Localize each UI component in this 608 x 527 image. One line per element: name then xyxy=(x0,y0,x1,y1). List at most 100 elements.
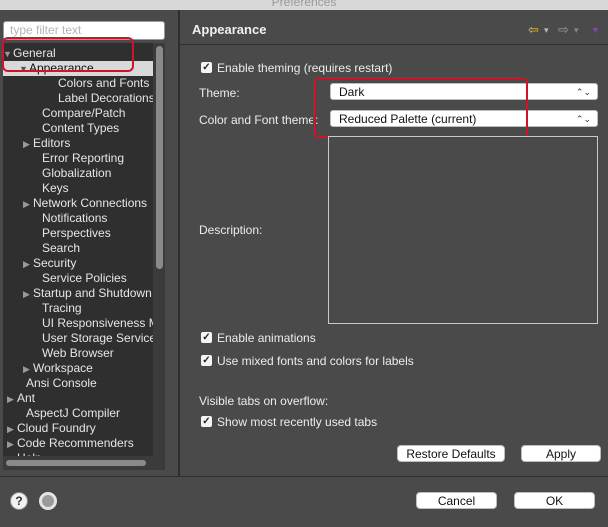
tree-item-label: Tracing xyxy=(42,301,82,315)
tree-item[interactable]: ▶ Startup and Shutdown xyxy=(3,286,152,301)
description-box xyxy=(328,136,598,324)
tree-item-content: ▶ Security xyxy=(3,256,76,270)
tree-item[interactable]: ▶ Cloud Foundry xyxy=(3,421,96,436)
tree-item[interactable]: Error Reporting xyxy=(3,151,124,166)
tree-item[interactable]: Colors and Fonts xyxy=(3,76,149,91)
tree-item-label: Workspace xyxy=(33,361,93,375)
tree-item[interactable]: UI Responsiveness Mo xyxy=(3,316,153,331)
tree-item-content: ▶ Network Connections xyxy=(3,196,147,210)
forward-arrow-icon[interactable]: ⇨ xyxy=(558,22,569,38)
tree-item-label: Error Reporting xyxy=(42,151,125,165)
theme-label: Theme: xyxy=(199,86,240,100)
tree-item-label: Network Connections xyxy=(33,196,148,210)
tree-item-label: Search xyxy=(42,241,81,255)
annotation-highlight xyxy=(313,77,528,138)
enable-theming-checkbox[interactable]: ✓ xyxy=(201,62,212,73)
enable-animations-label: Enable animations xyxy=(217,331,316,345)
tree-item-label: Keys xyxy=(42,181,69,195)
tree-item[interactable]: Tracing xyxy=(3,301,82,316)
tree-item[interactable]: User Storage Service xyxy=(3,331,153,346)
tree-item[interactable]: AspectJ Compiler xyxy=(3,406,120,421)
record-icon[interactable] xyxy=(39,492,57,510)
tree-item-label: UI Responsiveness Mo xyxy=(42,316,153,330)
view-menu-icon[interactable]: ▼ xyxy=(591,25,600,35)
collapsed-arrow-icon[interactable]: ▶ xyxy=(7,392,15,407)
tree-horizontal-scrollbar[interactable] xyxy=(3,456,165,470)
tree-item-label: Service Policies xyxy=(42,271,127,285)
tree-item[interactable]: Service Policies xyxy=(3,271,127,286)
tree-item-content: Keys xyxy=(3,181,69,195)
tree-item[interactable]: Web Browser xyxy=(3,346,114,361)
preference-tree[interactable]: ▼General ▼Appearance Colors and Fonts Label… xyxy=(3,43,153,456)
tree-item-content: User Storage Service xyxy=(3,331,153,345)
scrollbar-thumb[interactable] xyxy=(156,46,163,269)
tree-item-content: Label Decorations xyxy=(3,91,153,105)
tree-item-content: AspectJ Compiler xyxy=(3,406,120,420)
collapsed-arrow-icon[interactable]: ▶ xyxy=(7,437,15,452)
back-arrow-icon[interactable]: ⇦ xyxy=(528,22,539,38)
collapsed-arrow-icon[interactable]: ▶ xyxy=(23,362,31,377)
tree-item[interactable]: Compare/Patch xyxy=(3,106,125,121)
tree-item-content: Compare/Patch xyxy=(3,106,125,120)
tree-item-label: Ant xyxy=(17,391,36,405)
cancel-button[interactable]: Cancel xyxy=(416,492,497,509)
tree-item[interactable]: ▶ Workspace xyxy=(3,361,93,376)
annotation-highlight xyxy=(2,37,134,72)
tree-vertical-scrollbar[interactable] xyxy=(153,43,165,456)
tree-item-label: Compare/Patch xyxy=(42,106,126,120)
visible-tabs-label: Visible tabs on overflow: xyxy=(199,394,329,408)
tree-item-label: AspectJ Compiler xyxy=(26,406,121,420)
tree-item-label: Perspectives xyxy=(42,226,111,240)
tree-item-label: Notifications xyxy=(42,211,108,225)
tree-item-content: ▶ Editors xyxy=(3,136,70,150)
tree-item[interactable]: ▶ Editors xyxy=(3,136,70,151)
tree-item-content: Colors and Fonts xyxy=(3,76,149,90)
collapsed-arrow-icon[interactable]: ▶ xyxy=(23,287,31,302)
tree-item[interactable]: Keys xyxy=(3,181,69,196)
tree-item[interactable]: ▶ Network Connections xyxy=(3,196,147,211)
tree-item-content: ▶ Code Recommenders xyxy=(3,436,134,450)
tree-item-label: Label Decorations xyxy=(58,91,153,105)
mixed-fonts-checkbox[interactable]: ✓ xyxy=(201,355,212,366)
tree-item[interactable]: Perspectives xyxy=(3,226,111,241)
tree-item[interactable]: Notifications xyxy=(3,211,107,226)
page-title: Appearance xyxy=(192,22,267,37)
tree-item[interactable]: Label Decorations xyxy=(3,91,153,106)
tree-item[interactable]: Content Types xyxy=(3,121,119,136)
help-icon[interactable]: ? xyxy=(10,492,28,510)
tree-item[interactable]: Globalization xyxy=(3,166,111,181)
preference-page: Appearance ⇦ ▾ ⇨ ▾ ▼ ✓ Enable theming (r… xyxy=(180,10,608,476)
tree-item-label: Content Types xyxy=(42,121,120,135)
tree-item[interactable]: Ansi Console xyxy=(3,376,97,391)
restore-defaults-button[interactable]: Restore Defaults xyxy=(397,445,505,462)
sidebar: type filter text ▼General ▼Appearance Colo… xyxy=(0,10,178,476)
tree-item-content: Content Types xyxy=(3,121,119,135)
tree-item-content: Web Browser xyxy=(3,346,114,360)
tree-item-label: Colors and Fonts xyxy=(58,76,150,90)
mixed-fonts-label: Use mixed fonts and colors for labels xyxy=(217,354,414,368)
tree-item[interactable]: ▶ Code Recommenders xyxy=(3,436,134,451)
forward-dropdown-icon[interactable]: ▾ xyxy=(574,25,579,36)
tree-item-content: Tracing xyxy=(3,301,82,315)
tree-item[interactable]: Search xyxy=(3,241,80,256)
page-content: ✓ Enable theming (requires restart) Them… xyxy=(180,45,608,476)
tree-item-content: ▶ Ant xyxy=(3,391,35,405)
enable-animations-checkbox[interactable]: ✓ xyxy=(201,332,212,343)
tree-item-content: Ansi Console xyxy=(3,376,97,390)
tree-item[interactable]: ▶ Ant xyxy=(3,391,35,406)
collapsed-arrow-icon[interactable]: ▶ xyxy=(23,197,31,212)
tree-item[interactable]: ▶ Security xyxy=(3,256,76,271)
tree-item-content: ▶ Cloud Foundry xyxy=(3,421,96,435)
apply-button[interactable]: Apply xyxy=(521,445,601,462)
tree-item-label: Web Browser xyxy=(42,346,114,360)
scrollbar-thumb[interactable] xyxy=(6,460,146,466)
tree-item-label: User Storage Service xyxy=(42,331,153,345)
collapsed-arrow-icon[interactable]: ▶ xyxy=(7,422,15,437)
tree-item-label: Globalization xyxy=(42,166,112,180)
collapsed-arrow-icon[interactable]: ▶ xyxy=(23,257,31,272)
tree-item-content: ▶ Workspace xyxy=(3,361,93,375)
ok-button[interactable]: OK xyxy=(514,492,595,509)
recent-tabs-checkbox[interactable]: ✓ xyxy=(201,416,212,427)
back-dropdown-icon[interactable]: ▾ xyxy=(544,25,549,36)
collapsed-arrow-icon[interactable]: ▶ xyxy=(23,137,31,152)
